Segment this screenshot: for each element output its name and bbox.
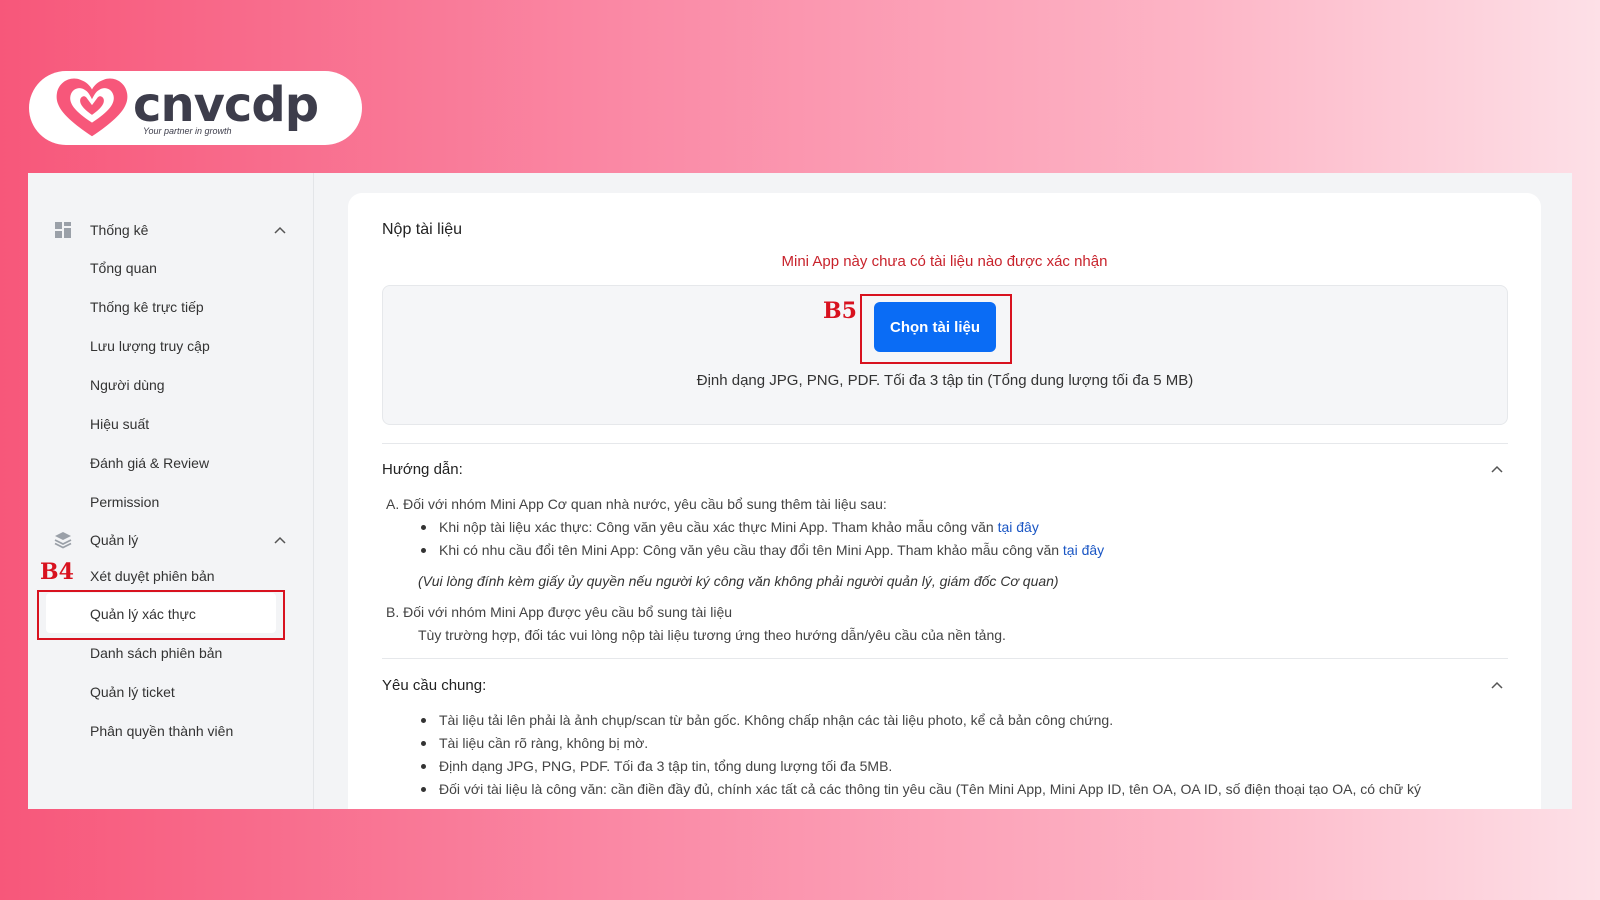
logo-tagline: Your partner in growth [143, 126, 232, 136]
sidebar-item-overview[interactable]: Tổng quan [90, 258, 157, 278]
sidebar-item-version-review[interactable]: Xét duyệt phiên bản [90, 566, 215, 586]
bullet [421, 741, 426, 746]
sidebar-item-version-list[interactable]: Danh sách phiên bản [90, 643, 222, 663]
bullet [421, 718, 426, 723]
sidebar-item-tickets[interactable]: Quản lý ticket [90, 682, 175, 702]
sidebar-item-live-stats[interactable]: Thống kê trực tiếp [90, 297, 204, 317]
bullet [421, 787, 426, 792]
sidebar-item-performance[interactable]: Hiệu suất [90, 414, 149, 434]
requirement-item: Tài liệu cần rõ ràng, không bị mờ. [439, 735, 649, 751]
chevron-up-icon[interactable] [272, 532, 288, 548]
chevron-up-icon[interactable] [1489, 461, 1505, 477]
bullet [421, 764, 426, 769]
requirement-item: Định dạng JPG, PNG, PDF. Tối đa 3 tập ti… [439, 758, 893, 774]
annotation-label-b5: B5 [823, 298, 857, 324]
guide-a-title: A. Đối với nhóm Mini App Cơ quan nhà nướ… [386, 496, 887, 512]
logo-wordmark: cnvcdp [133, 77, 319, 133]
layers-icon [54, 531, 72, 549]
app-window: Thống kê Tổng quan Thống kê trực tiếp Lư… [28, 173, 1572, 809]
brand-logo: cnvcdp Your partner in growth [29, 71, 362, 145]
sidebar-group-manage[interactable]: Quản lý [54, 525, 294, 555]
sidebar-item-permission[interactable]: Permission [90, 492, 159, 512]
sidebar-item-member-permissions[interactable]: Phân quyền thành viên [90, 721, 233, 741]
sidebar-item-traffic[interactable]: Lưu lượng truy cập [90, 336, 210, 356]
bullet [421, 548, 426, 553]
sidebar-item-users[interactable]: Người dùng [90, 375, 165, 395]
template-link[interactable]: tại đây [998, 519, 1039, 535]
requirement-item: Đối với tài liệu là công văn: cần điền đ… [439, 781, 1421, 797]
guide-b-text: Tùy trường hợp, đối tác vui lòng nộp tài… [418, 627, 1006, 643]
divider [382, 443, 1508, 444]
bullet [421, 525, 426, 530]
heart-logo-icon [56, 78, 128, 137]
divider [382, 658, 1508, 659]
upload-format-hint: Định dạng JPG, PNG, PDF. Tối đa 3 tập ti… [696, 372, 1194, 389]
upload-card: Nộp tài liệu Mini App này chưa có tài li… [348, 193, 1541, 809]
guide-a-note: (Vui lòng đính kèm giấy ủy quyền nếu ngư… [418, 573, 1059, 589]
warning-message: Mini App này chưa có tài liệu nào được x… [781, 253, 1108, 270]
annotation-label-b4: B4 [40, 559, 74, 585]
template-link[interactable]: tại đây [1063, 542, 1104, 558]
chevron-up-icon[interactable] [272, 222, 288, 238]
guide-a-item-2: Khi có nhu cầu đổi tên Mini App: Công vă… [439, 542, 1105, 558]
upload-dropzone[interactable]: B5 Chọn tài liệu Định dạng JPG, PNG, PDF… [382, 285, 1508, 425]
sidebar-group-label: Quản lý [90, 532, 139, 548]
choose-document-button[interactable]: Chọn tài liệu [874, 302, 996, 352]
annotation-box-b4 [37, 590, 285, 640]
page-title: Nộp tài liệu [382, 221, 463, 238]
sidebar-group-label: Thống kê [90, 222, 149, 238]
sidebar: Thống kê Tổng quan Thống kê trực tiếp Lư… [28, 173, 314, 809]
guide-a-item-1: Khi nộp tài liệu xác thực: Công văn yêu … [439, 519, 1039, 535]
chevron-up-icon[interactable] [1489, 677, 1505, 693]
requirement-item: Tài liệu tải lên phải là ảnh chụp/scan t… [439, 712, 1114, 728]
requirements-heading: Yêu cầu chung: [382, 677, 487, 694]
sidebar-group-stats[interactable]: Thống kê [54, 215, 294, 245]
dashboard-icon [54, 221, 72, 239]
sidebar-item-reviews[interactable]: Đánh giá & Review [90, 453, 209, 473]
guide-heading: Hướng dẫn: [382, 461, 463, 478]
guide-b-title: B. Đối với nhóm Mini App được yêu cầu bổ… [386, 604, 733, 620]
